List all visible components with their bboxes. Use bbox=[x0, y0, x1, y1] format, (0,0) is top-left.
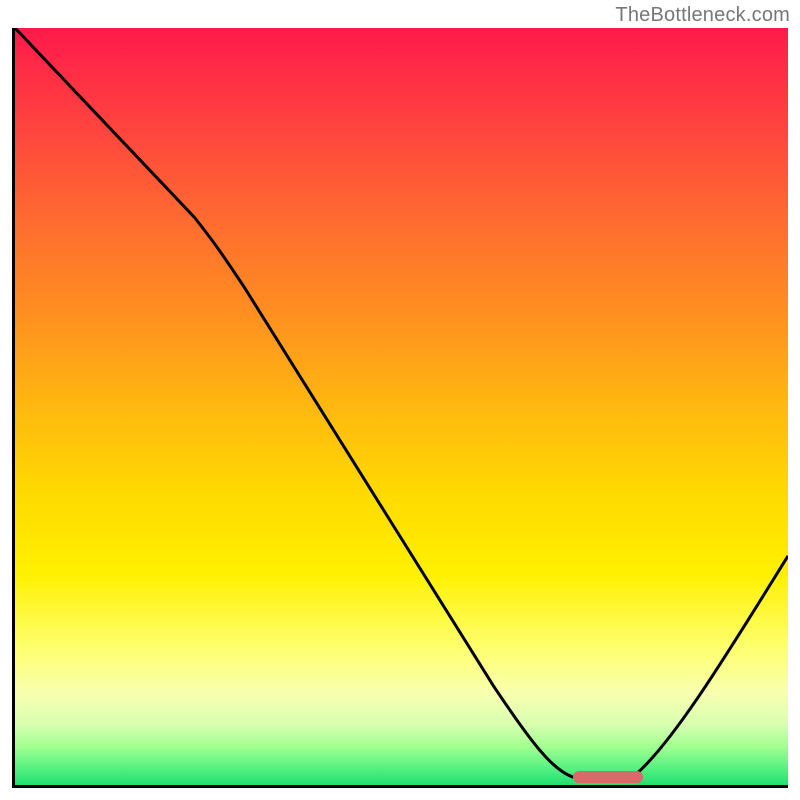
plot-area bbox=[12, 28, 788, 788]
bottleneck-chart: TheBottleneck.com bbox=[0, 0, 800, 800]
bottleneck-curve-path bbox=[15, 28, 788, 777]
watermark-text: TheBottleneck.com bbox=[615, 4, 790, 27]
curve-svg bbox=[15, 28, 788, 785]
optimum-marker bbox=[573, 771, 643, 783]
